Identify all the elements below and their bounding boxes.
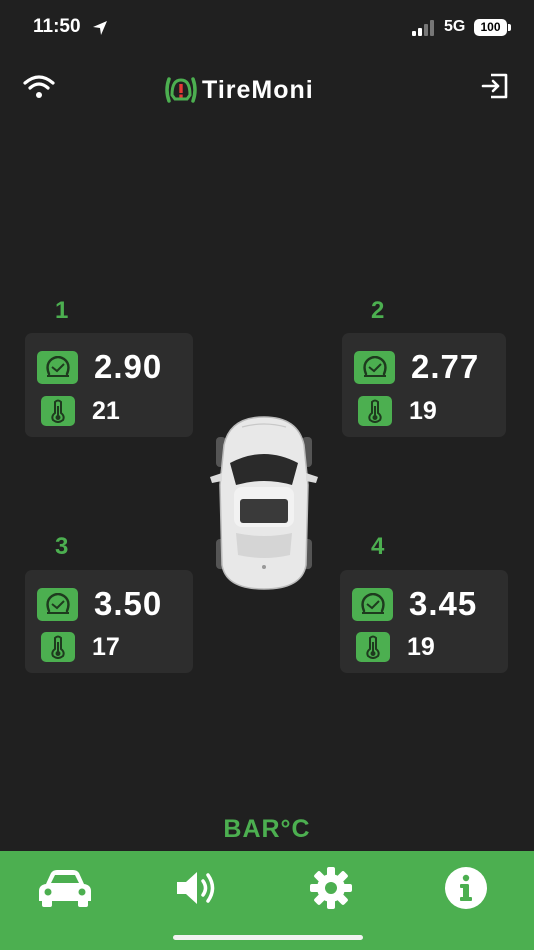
battery-level: 100 xyxy=(480,20,501,34)
tire-1-number: 1 xyxy=(55,297,69,324)
pressure-icon xyxy=(37,350,78,384)
tire-2-pressure: 2.77 xyxy=(411,348,480,385)
tire-3-temperature: 17 xyxy=(92,632,120,661)
logout-icon[interactable] xyxy=(480,72,510,100)
status-time: 11:50 xyxy=(33,16,81,37)
tire-1-temperature: 21 xyxy=(92,396,120,425)
info-icon xyxy=(445,867,487,909)
app-header: TireMoni xyxy=(0,62,534,118)
status-bar: 11:50 5G 100 xyxy=(0,0,534,56)
tire-4-temperature: 19 xyxy=(407,632,435,661)
tire-3-number: 3 xyxy=(55,533,69,560)
tire-3-pressure: 3.50 xyxy=(94,585,163,622)
pressure-icon xyxy=(352,587,393,621)
car-icon xyxy=(39,870,91,907)
wifi-icon[interactable] xyxy=(22,74,56,100)
tire-4-pressure: 3.45 xyxy=(409,585,478,622)
nav-info-button[interactable] xyxy=(433,865,499,911)
tire-2-temperature: 19 xyxy=(409,396,437,425)
thermometer-icon xyxy=(356,632,390,662)
brand: TireMoni xyxy=(163,74,314,106)
tire-2-panel[interactable]: 2.77 19 xyxy=(342,333,506,437)
bottom-nav xyxy=(0,851,534,950)
nav-sound-button[interactable] xyxy=(164,865,230,911)
tire-2-number: 2 xyxy=(371,297,385,324)
unit-label: BAR°C xyxy=(223,815,311,843)
tire-1-panel[interactable]: 2.90 21 xyxy=(25,333,193,437)
tire-3-panel[interactable]: 3.50 17 xyxy=(25,570,193,673)
tire-4-panel[interactable]: 3.45 19 xyxy=(340,570,508,673)
home-indicator xyxy=(173,935,363,940)
thermometer-icon xyxy=(41,632,75,662)
battery-indicator: 100 xyxy=(474,19,507,36)
nav-car-button[interactable] xyxy=(32,865,98,911)
gear-icon xyxy=(310,867,352,909)
location-arrow-icon xyxy=(93,21,107,35)
car-top-view-icon xyxy=(210,416,318,590)
speaker-icon xyxy=(177,872,215,904)
thermometer-icon xyxy=(41,396,75,426)
tiremoni-logo-icon xyxy=(165,77,197,103)
battery-tip xyxy=(508,24,511,31)
signal-bars-icon xyxy=(412,20,434,36)
pressure-icon xyxy=(354,350,395,384)
tire-1-pressure: 2.90 xyxy=(94,348,163,385)
network-type: 5G xyxy=(444,18,466,35)
pressure-icon xyxy=(37,587,78,621)
thermometer-icon xyxy=(358,396,392,426)
nav-settings-button[interactable] xyxy=(298,865,364,911)
app-name: TireMoni xyxy=(202,75,314,104)
tire-4-number: 4 xyxy=(371,533,385,560)
